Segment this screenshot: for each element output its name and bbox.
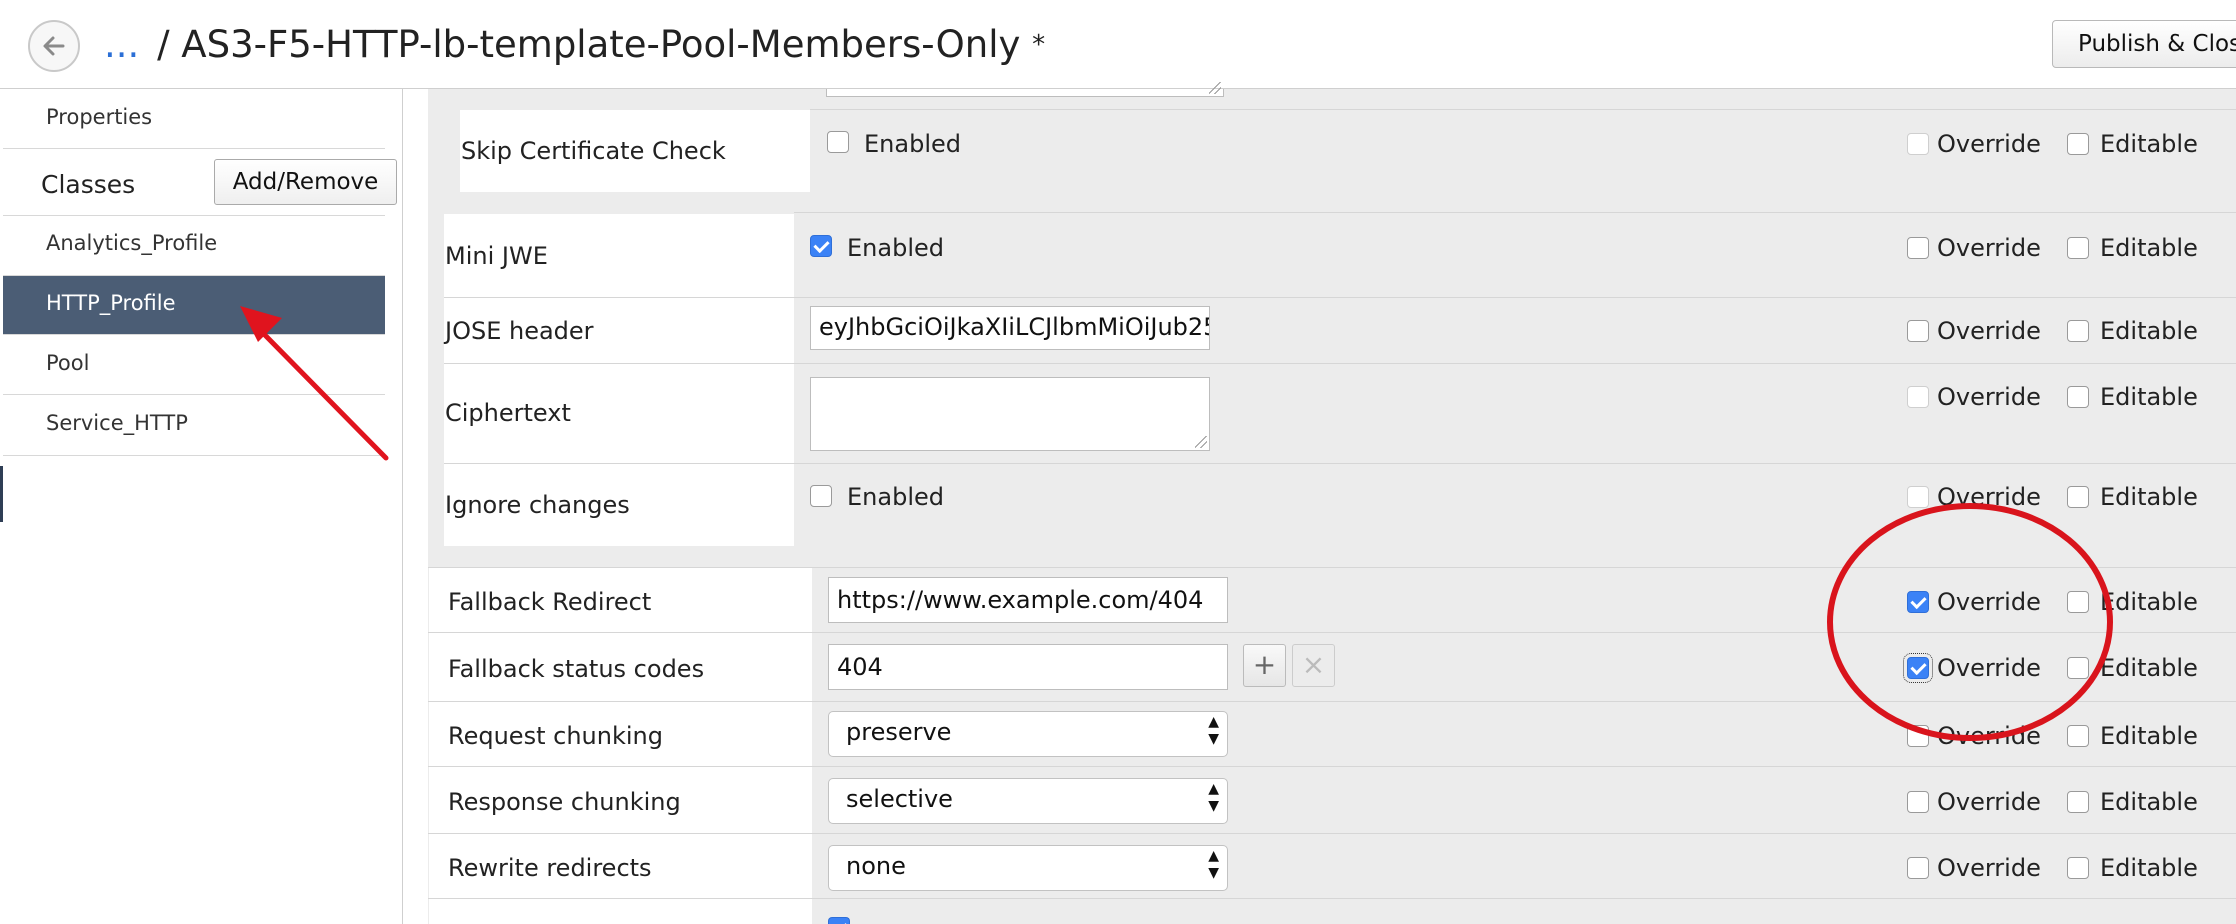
red-circle-annotation	[1827, 503, 2113, 741]
annotation-overlay	[240, 306, 2113, 741]
red-arrow-annotation	[240, 306, 389, 461]
